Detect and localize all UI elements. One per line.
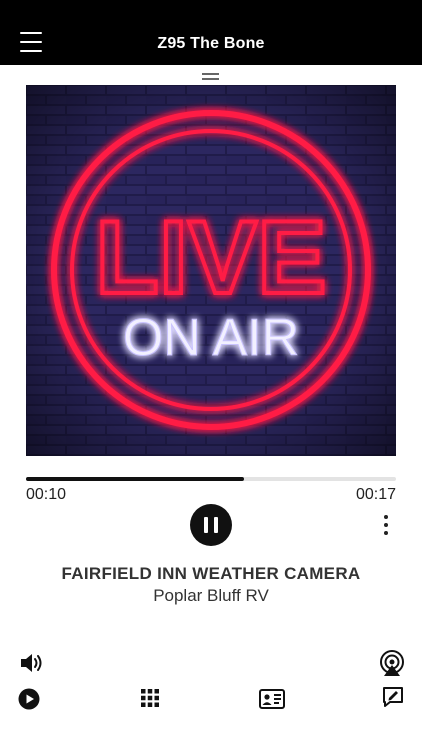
track-title: FAIRFIELD INN WEATHER CAMERA (61, 564, 361, 583)
track-subtitle: Poplar Bluff RV (153, 586, 269, 605)
speaker-icon[interactable] (19, 651, 45, 675)
artwork-live-text: LIVE (95, 200, 326, 316)
progress-bar[interactable] (26, 477, 396, 481)
station-title: Z95 The Bone (157, 35, 265, 52)
duration-time: 00:17 (355, 486, 396, 503)
current-time: 00:10 (26, 486, 67, 503)
artwork-onair-text: ON AIR (123, 309, 299, 367)
grid-icon[interactable] (141, 689, 159, 707)
drag-handle[interactable] (202, 73, 219, 81)
edit-message-icon[interactable] (382, 686, 404, 708)
app-header: Z95 The Bone (0, 0, 422, 65)
pause-icon (204, 517, 208, 533)
more-vertical-icon[interactable] (378, 514, 394, 536)
contact-card-icon[interactable] (259, 689, 285, 709)
album-artwork: LIVE ON AIR (26, 85, 396, 456)
progress-fill (26, 477, 245, 481)
pause-button[interactable] (190, 504, 232, 546)
airplay-icon[interactable] (378, 650, 406, 676)
play-circle-icon[interactable] (18, 688, 40, 710)
